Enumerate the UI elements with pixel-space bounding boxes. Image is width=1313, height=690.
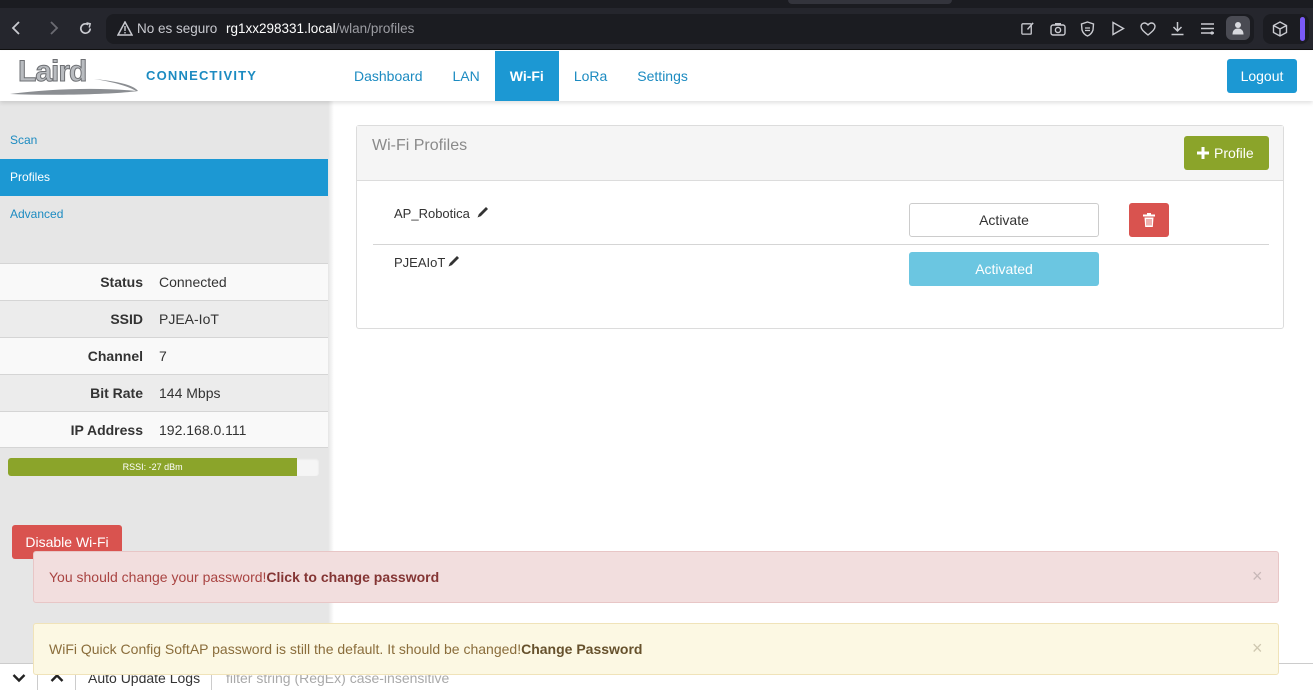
- logout-button[interactable]: Logout: [1227, 59, 1297, 93]
- profile-icon[interactable]: [1226, 16, 1250, 40]
- logo-swoosh-icon: [10, 79, 138, 95]
- channel-value: 7: [159, 348, 167, 364]
- reload-icon[interactable]: [74, 17, 96, 39]
- nav-settings[interactable]: Settings: [622, 51, 703, 101]
- status-row: Status Connected: [0, 263, 328, 300]
- ip-address-row: IP Address 192.168.0.111: [0, 411, 328, 448]
- channel-row: Channel 7: [0, 337, 328, 374]
- tab-strip: [0, 0, 1313, 8]
- wallet-icon: [1272, 21, 1288, 37]
- close-icon[interactable]: ×: [1252, 566, 1263, 586]
- ip-address-value: 192.168.0.111: [159, 421, 247, 438]
- alert-message: You should change your password!Click to…: [49, 569, 439, 585]
- wifi-profiles-panel: Wi-Fi Profiles Profile AP_Robotica Activ…: [356, 125, 1284, 329]
- trash-icon: [1143, 213, 1155, 227]
- sidebar-item-scan[interactable]: Scan: [0, 122, 328, 159]
- main-nav: Dashboard LAN Wi-Fi LoRa Settings: [339, 51, 703, 101]
- brand-subtitle: CONNECTIVITY: [146, 68, 258, 83]
- rssi-progress-bar: RSSI: -27 dBm: [8, 458, 319, 476]
- ip-address-label: IP Address: [70, 421, 143, 438]
- shield-icon[interactable]: [1079, 20, 1096, 37]
- download-icon[interactable]: [1169, 20, 1186, 37]
- nav-lora[interactable]: LoRa: [559, 51, 622, 101]
- browser-toolbar: No es seguro rg1xx298331.local/wlan/prof…: [0, 0, 1313, 50]
- activated-button[interactable]: Activated: [909, 252, 1099, 286]
- profile-name: PJEAIoT: [394, 255, 446, 270]
- camera-icon[interactable]: [1049, 20, 1066, 37]
- heart-icon[interactable]: [1139, 20, 1156, 37]
- menu-icon[interactable]: [1199, 20, 1216, 37]
- panel-heading: Wi-Fi Profiles Profile: [357, 126, 1283, 181]
- channel-label: Channel: [87, 348, 143, 364]
- chevron-down-icon: [12, 673, 25, 682]
- plus-icon: [1197, 147, 1209, 159]
- security-label[interactable]: No es seguro: [137, 21, 217, 36]
- change-password-alert: You should change your password!Click to…: [33, 551, 1279, 603]
- wallet-button[interactable]: [1263, 14, 1309, 44]
- rssi-progress-fill: RSSI: -27 dBm: [8, 458, 298, 476]
- nav-lan[interactable]: LAN: [438, 51, 495, 101]
- edit-page-icon[interactable]: [1019, 20, 1036, 37]
- bitrate-row: Bit Rate 144 Mbps: [0, 374, 328, 411]
- wallet-accent: [1300, 17, 1305, 41]
- alert-text: WiFi Quick Config SoftAP password is sti…: [49, 641, 522, 657]
- bitrate-value: 144 Mbps: [159, 385, 221, 401]
- nav-dashboard[interactable]: Dashboard: [339, 51, 438, 101]
- change-softap-password-link[interactable]: Change Password: [521, 641, 642, 657]
- activate-button[interactable]: Activate: [909, 203, 1099, 237]
- sidebar-item-profiles[interactable]: Profiles: [0, 159, 328, 196]
- back-icon[interactable]: [6, 17, 28, 39]
- ssid-label: SSID: [110, 311, 143, 327]
- not-secure-icon[interactable]: [116, 19, 134, 37]
- wifi-status-table: Status Connected SSID PJEA-IoT Channel 7…: [0, 263, 328, 448]
- softap-password-alert: WiFi Quick Config SoftAP password is sti…: [33, 623, 1279, 675]
- alert-message: WiFi Quick Config SoftAP password is sti…: [49, 641, 642, 657]
- pencil-icon[interactable]: [447, 254, 461, 268]
- browser-tab[interactable]: [788, 0, 952, 4]
- url-text[interactable]: rg1xx298331.local/wlan/profiles: [226, 21, 414, 36]
- laird-logo[interactable]: Laird: [8, 55, 143, 99]
- ssid-row: SSID PJEA-IoT: [0, 300, 328, 337]
- profile-row: PJEAIoT Activated: [373, 245, 1269, 308]
- add-profile-button[interactable]: Profile: [1184, 136, 1269, 170]
- nav-wifi[interactable]: Wi-Fi: [494, 51, 559, 101]
- change-password-link[interactable]: Click to change password: [266, 569, 439, 585]
- url-host: rg1xx298331.local: [226, 21, 336, 36]
- bitrate-label: Bit Rate: [90, 385, 143, 401]
- status-label: Status: [100, 274, 143, 290]
- url-path: /wlan/profiles: [335, 21, 415, 36]
- forward-icon[interactable]: [42, 17, 64, 39]
- delete-button[interactable]: [1129, 203, 1169, 237]
- panel-title: Wi-Fi Profiles: [372, 137, 468, 154]
- sidebar-item-advanced[interactable]: Advanced: [0, 196, 328, 233]
- pencil-icon[interactable]: [476, 205, 490, 219]
- profile-row: AP_Robotica Activate: [373, 182, 1269, 245]
- alert-text: You should change your password!: [49, 569, 267, 585]
- status-value: Connected: [159, 274, 227, 290]
- add-profile-label: Profile: [1214, 145, 1254, 161]
- app-header: Laird CONNECTIVITY Dashboard LAN Wi-Fi L…: [0, 51, 1313, 101]
- profile-name: AP_Robotica: [394, 206, 470, 221]
- rssi-label: RSSI: -27 dBm: [122, 462, 183, 472]
- close-icon[interactable]: ×: [1252, 638, 1263, 658]
- ssid-value: PJEA-IoT: [159, 311, 219, 327]
- play-icon[interactable]: [1109, 20, 1126, 37]
